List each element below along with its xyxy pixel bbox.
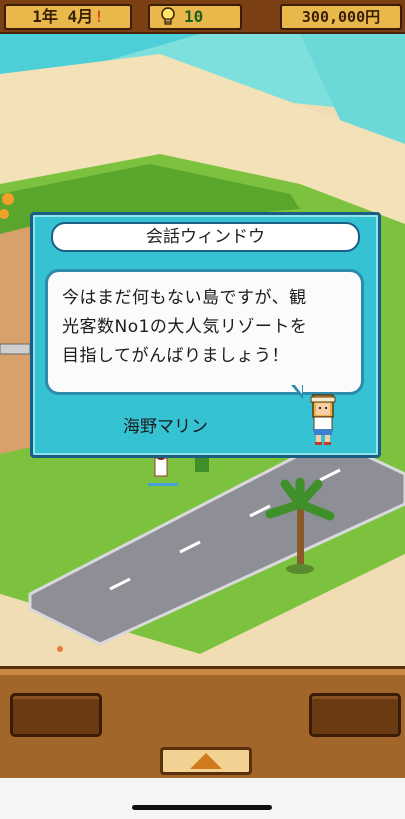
status-bar: 1年 4月! 10 300,000円 [0, 0, 405, 34]
dialog-line: 光客数No1の大人気リゾートを [62, 317, 308, 337]
wood-trim [0, 669, 405, 675]
lightbulb-icon [161, 7, 175, 25]
speaker-avatar [310, 394, 336, 445]
idea-points-display: 10 [148, 4, 242, 30]
dialog-line: 今はまだ何もない島ですが、観 [62, 288, 307, 308]
date-alert-mark: ! [94, 7, 104, 26]
dialog-line: 目指してがんばりましょう！ [62, 346, 289, 366]
speech-bubble[interactable]: 今はまだ何もない島ですが、観 光客数No1の大人気リゾートを 目指してがんばりま… [45, 269, 364, 395]
money-display: 300,000円 [280, 4, 402, 30]
expand-menu-button[interactable] [160, 747, 252, 775]
left-menu-button[interactable] [10, 693, 102, 737]
speaker-name: 海野マリン [123, 417, 208, 437]
dialog-title: 会話ウィンドウ [51, 222, 360, 252]
bottom-control-bar [0, 666, 405, 781]
speech-bubble-tail-fill [294, 384, 302, 394]
up-arrow-icon [190, 753, 222, 769]
right-menu-button[interactable] [309, 693, 401, 737]
system-home-area [0, 778, 405, 819]
date-display: 1年 4月! [4, 4, 132, 30]
date-text: 1年 4月 [32, 7, 94, 26]
conversation-window[interactable]: 会話ウィンドウ 今はまだ何もない島ですが、観 光客数No1の大人気リゾートを 目… [30, 212, 381, 458]
dialog-message: 今はまだ何もない島ですが、観 光客数No1の大人気リゾートを 目指してがんばりま… [62, 284, 352, 371]
idea-points-value: 10 [184, 7, 204, 26]
home-indicator[interactable] [132, 805, 272, 810]
